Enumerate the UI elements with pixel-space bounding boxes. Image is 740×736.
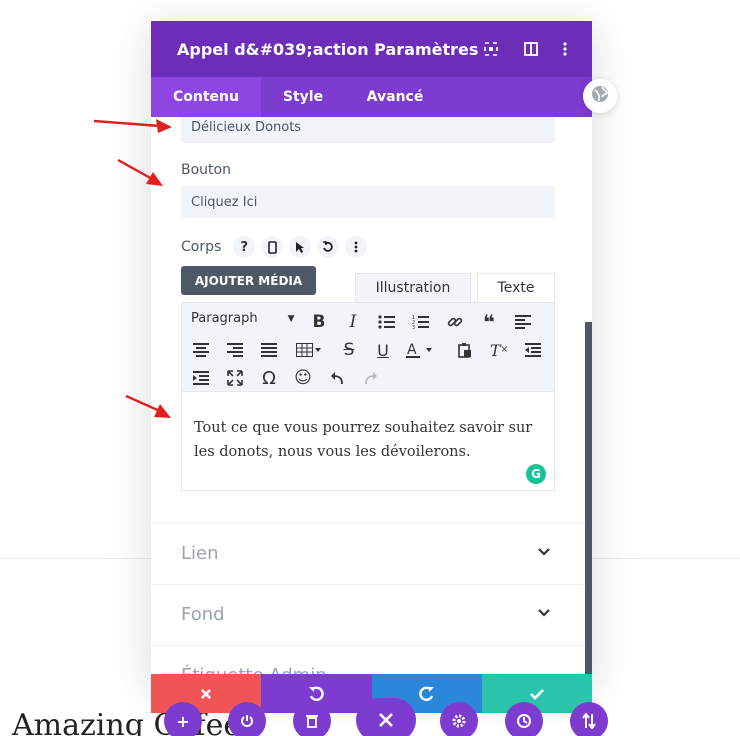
globe-button[interactable] (583, 79, 617, 113)
dropdown-icon: ▼ (287, 313, 295, 324)
plus-icon: + (176, 711, 190, 731)
emoji-icon[interactable]: ☺ (292, 367, 314, 389)
more-icon[interactable] (345, 236, 368, 258)
justify-icon[interactable] (258, 339, 280, 361)
clock-icon (517, 714, 531, 728)
button-label: Bouton (181, 162, 231, 178)
tab-avance[interactable]: Avancé (345, 77, 445, 117)
redo-icon (418, 686, 434, 701)
italic-icon[interactable]: I (342, 311, 364, 333)
align-center-icon[interactable] (190, 339, 212, 361)
history-button[interactable] (505, 702, 543, 736)
editor-content: Tout ce que vous pourrez souhaitez savoi… (194, 420, 533, 460)
outdent-icon[interactable] (522, 339, 544, 361)
reset-icon[interactable] (317, 236, 340, 258)
align-right-icon[interactable] (224, 339, 246, 361)
body-label-row: Corps ? (181, 236, 368, 258)
svg-text:A: A (407, 342, 417, 358)
button-text-input[interactable]: Cliquez Ici (181, 186, 555, 218)
delete-button[interactable] (293, 702, 331, 736)
title-input[interactable]: Délicieux Donots (181, 117, 555, 143)
modal-body: Délicieux Donots Bouton Cliquez Ici Corp… (151, 117, 592, 686)
tab-visual[interactable]: Illustration (355, 273, 471, 302)
scrollbar[interactable] (585, 322, 592, 686)
format-select[interactable]: Paragraph ▼ (191, 311, 295, 326)
grammarly-icon[interactable]: G (526, 464, 546, 484)
paste-text-icon[interactable] (454, 339, 476, 361)
annotation-arrow-icon (125, 394, 171, 418)
modal-header: Appel d&#039;action Paramètres (151, 21, 592, 77)
section-lien[interactable]: Lien (151, 523, 585, 584)
tab-contenu[interactable]: Contenu (151, 77, 261, 117)
power-icon (241, 715, 253, 727)
fullscreen-editor-icon[interactable] (224, 367, 246, 389)
modal-tabs: Contenu Style Avancé (151, 77, 592, 117)
bold-icon[interactable]: B (308, 311, 330, 333)
add-media-button[interactable]: AJOUTER MÉDIA (181, 266, 316, 295)
close-builder-button[interactable] (356, 698, 416, 736)
annotation-arrow-icon (93, 119, 172, 133)
help-icon[interactable]: ? (233, 236, 256, 258)
check-icon (529, 688, 544, 700)
clear-format-icon[interactable]: T × (488, 339, 510, 361)
text-color-icon[interactable]: A (404, 339, 438, 361)
strikethrough-icon[interactable]: S (338, 339, 360, 361)
split-view-icon[interactable] (522, 40, 540, 58)
redo-icon[interactable] (360, 367, 382, 389)
trash-icon (306, 715, 318, 728)
sort-arrows-icon (582, 713, 596, 729)
cursor-icon[interactable] (289, 236, 312, 258)
settings-modal: Appel d&#039;action Paramètres Contenu S… (151, 21, 592, 686)
align-left-icon[interactable] (512, 311, 534, 333)
more-options-icon[interactable] (556, 40, 574, 58)
indent-icon[interactable] (190, 367, 212, 389)
section-title-fond: Fond (181, 604, 225, 625)
special-char-icon[interactable]: Ω (258, 367, 280, 389)
mobile-icon[interactable] (261, 236, 284, 258)
add-button[interactable]: + (164, 702, 202, 736)
quote-icon[interactable]: ❝ (478, 310, 500, 334)
editor-content-area[interactable]: Tout ce que vous pourrez souhaitez savoi… (181, 392, 555, 491)
power-button[interactable] (228, 702, 266, 736)
close-icon (379, 713, 393, 727)
underline-icon[interactable]: U (372, 339, 394, 361)
annotation-arrow-icon (117, 158, 163, 186)
fullscreen-icon[interactable] (482, 40, 500, 58)
format-select-label: Paragraph (191, 311, 258, 326)
chevron-down-icon (537, 605, 553, 621)
globe-icon (591, 85, 609, 107)
undo-icon (309, 686, 325, 701)
portability-button[interactable] (570, 702, 608, 736)
gear-icon (452, 714, 466, 728)
bullet-list-icon[interactable] (376, 311, 398, 333)
undo-icon[interactable] (326, 367, 348, 389)
tab-text[interactable]: Texte (477, 273, 555, 302)
section-fond[interactable]: Fond (151, 584, 585, 645)
table-icon[interactable] (292, 339, 326, 361)
settings-button[interactable] (440, 702, 478, 736)
numbered-list-icon[interactable]: 123 (410, 311, 432, 333)
tab-style[interactable]: Style (261, 77, 345, 117)
close-icon (201, 688, 212, 699)
chevron-down-icon (537, 544, 553, 560)
link-icon[interactable] (444, 311, 466, 333)
modal-title: Appel d&#039;action Paramètres (177, 39, 479, 59)
section-title-lien: Lien (181, 543, 219, 564)
svg-text:3: 3 (412, 325, 415, 330)
body-label: Corps (181, 239, 222, 255)
editor-toolbar: Paragraph ▼ B I 123 ❝ S U A T × Ω ☺ (181, 302, 555, 392)
